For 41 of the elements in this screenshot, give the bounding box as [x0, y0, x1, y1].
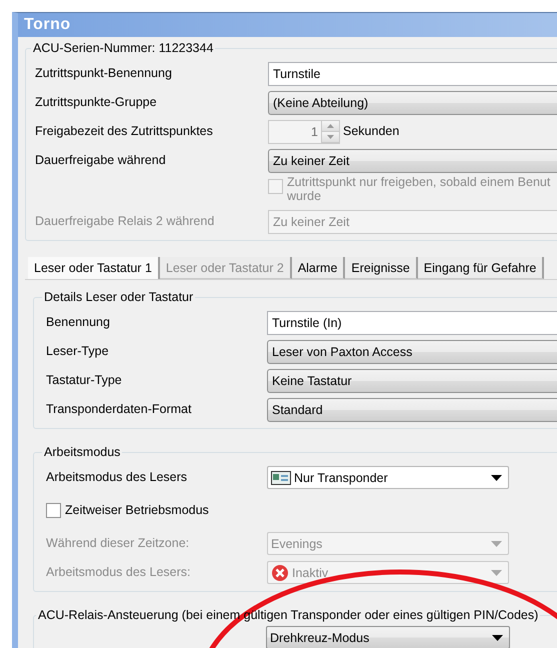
- text-field[interactable]: Turnstile: [268, 62, 557, 86]
- dropdown[interactable]: (Keine Abteilung): [268, 90, 557, 114]
- unit-label: Sekunden: [343, 124, 400, 139]
- field-label: Tastatur-Type: [46, 373, 123, 388]
- tab[interactable]: Leser oder Tastatur 1: [28, 257, 160, 279]
- field-label: Arbeitsmodus des Lesers: [46, 470, 188, 485]
- checkbox-label: Zutrittspunkt nur freigeben, sobald einem Benut wurde: [287, 175, 550, 203]
- dropdown-arrow-icon: [492, 634, 503, 640]
- window-title: Torno: [18, 13, 557, 37]
- field-label: Transponderdaten-Format: [46, 402, 192, 417]
- dropdown[interactable]: Leser von Paxton Access: [267, 340, 557, 364]
- tab[interactable]: Alarme: [292, 257, 346, 279]
- group-title: ACU-Serien-Nummer: 11223344: [32, 41, 214, 55]
- tab[interactable]: Eingang für Gefahre: [418, 257, 544, 279]
- field-label: Dauerfreigabe Relais 2 während: [35, 214, 216, 229]
- dropdown[interactable]: Zu keiner Zeit: [268, 148, 557, 172]
- group-title: Arbeitsmodus: [43, 445, 122, 459]
- dropdown-arrow-icon: [491, 540, 502, 546]
- field-label: Benennung: [46, 315, 111, 330]
- group-title: Details Leser oder Tastatur: [43, 290, 194, 304]
- checkbox[interactable]: [46, 503, 61, 518]
- error-icon: [271, 564, 289, 582]
- dropdown[interactable]: Keine Tastatur: [267, 368, 557, 392]
- tab[interactable]: Ereignisse: [345, 257, 418, 279]
- field-label: Freigabezeit des Zutrittspunktes: [35, 124, 214, 139]
- field-label: Während dieser Zeitzone:: [46, 536, 190, 551]
- down-arrow-icon: [327, 134, 334, 138]
- field-label: Dauerfreigabe während: [35, 153, 167, 168]
- dropdown-arrow-icon: [491, 570, 502, 576]
- field-label: Zutrittspunkt-Benennung: [35, 66, 173, 81]
- field-label: Leser-Type: [46, 344, 110, 359]
- field-label: Zutrittspunkte-Gruppe: [35, 95, 158, 110]
- text-field[interactable]: Turnstile (In): [267, 310, 557, 334]
- field-label: Arbeitsmodus des Lesers:: [46, 565, 192, 580]
- card-icon: [271, 470, 291, 484]
- dropdown[interactable]: Drehkreuz-Modus: [266, 626, 510, 648]
- checkbox-label: Zeitweiser Betriebsmodus: [65, 503, 209, 518]
- dropdown[interactable]: Nur Transponder: [267, 466, 509, 489]
- dropdown-arrow-icon: [491, 474, 502, 480]
- up-arrow-icon: [327, 124, 334, 128]
- dropdown[interactable]: Standard: [267, 398, 557, 422]
